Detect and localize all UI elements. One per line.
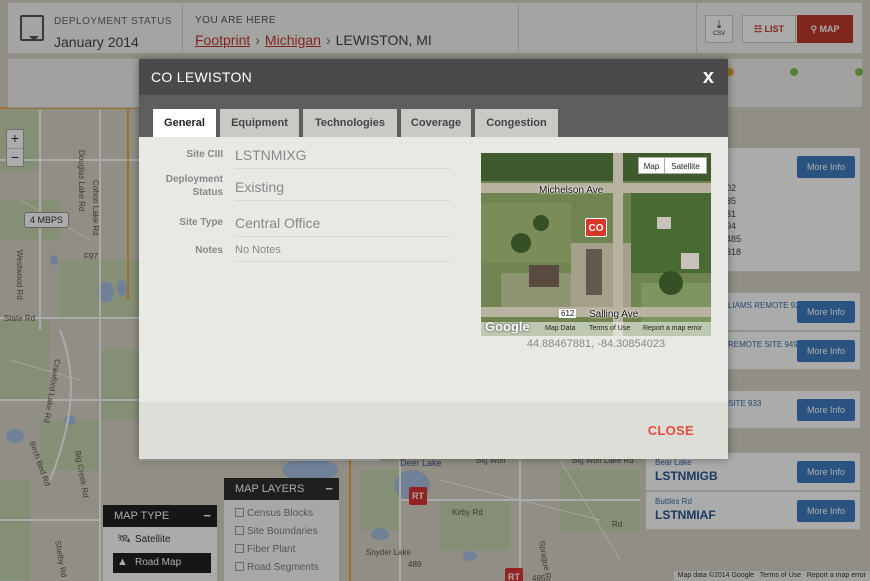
field-label: Deployment Status — [165, 174, 223, 198]
central-office-pin[interactable]: CO — [585, 218, 607, 237]
field-value-deployment-status: Existing — [235, 179, 451, 201]
modal-title: CO LEWISTON — [151, 69, 253, 85]
field-label: Notes — [195, 245, 223, 256]
field-value-site-type: Central Office — [235, 215, 451, 237]
report-error-link[interactable]: Report a map error — [643, 322, 702, 336]
field-label: Site Type — [179, 217, 223, 228]
close-icon[interactable]: x — [703, 67, 714, 87]
tab-technologies[interactable]: Technologies — [303, 109, 397, 137]
tab-congestion[interactable]: Congestion — [475, 109, 558, 137]
field-label: Site CIII — [186, 149, 223, 160]
site-detail-modal: CO LEWISTON x General Equipment Technolo… — [139, 59, 728, 459]
map-data-link[interactable]: Map Data — [545, 322, 575, 336]
minimap-satellite-toggle[interactable]: Satellite — [664, 157, 707, 174]
tab-bar: General Equipment Technologies Coverage … — [139, 95, 728, 137]
modal-body: Site CIII LSTNMIXG Deployment Status Exi… — [139, 137, 728, 402]
close-button[interactable]: CLOSE — [648, 423, 694, 438]
modal-header: CO LEWISTON x — [139, 59, 728, 95]
tab-equipment[interactable]: Equipment — [220, 109, 299, 137]
google-logo: Google — [485, 319, 530, 334]
minimap-map-toggle[interactable]: Map — [638, 157, 665, 174]
street-label: Salling Ave — [589, 309, 639, 320]
field-value-notes: No Notes — [235, 244, 451, 262]
site-coordinates: 44.88467881, -84.30854023 — [526, 338, 666, 350]
tab-coverage[interactable]: Coverage — [401, 109, 471, 137]
tab-general[interactable]: General — [153, 109, 216, 137]
site-mini-map[interactable]: Map Satellite Michelson Ave Salling Ave … — [481, 153, 711, 336]
terms-link[interactable]: Terms of Use — [589, 322, 630, 336]
street-label: Michelson Ave — [539, 185, 604, 196]
modal-footer: CLOSE — [139, 402, 728, 459]
route-shield: 612 — [559, 309, 577, 318]
field-value-site-clli: LSTNMIXG — [235, 147, 451, 169]
